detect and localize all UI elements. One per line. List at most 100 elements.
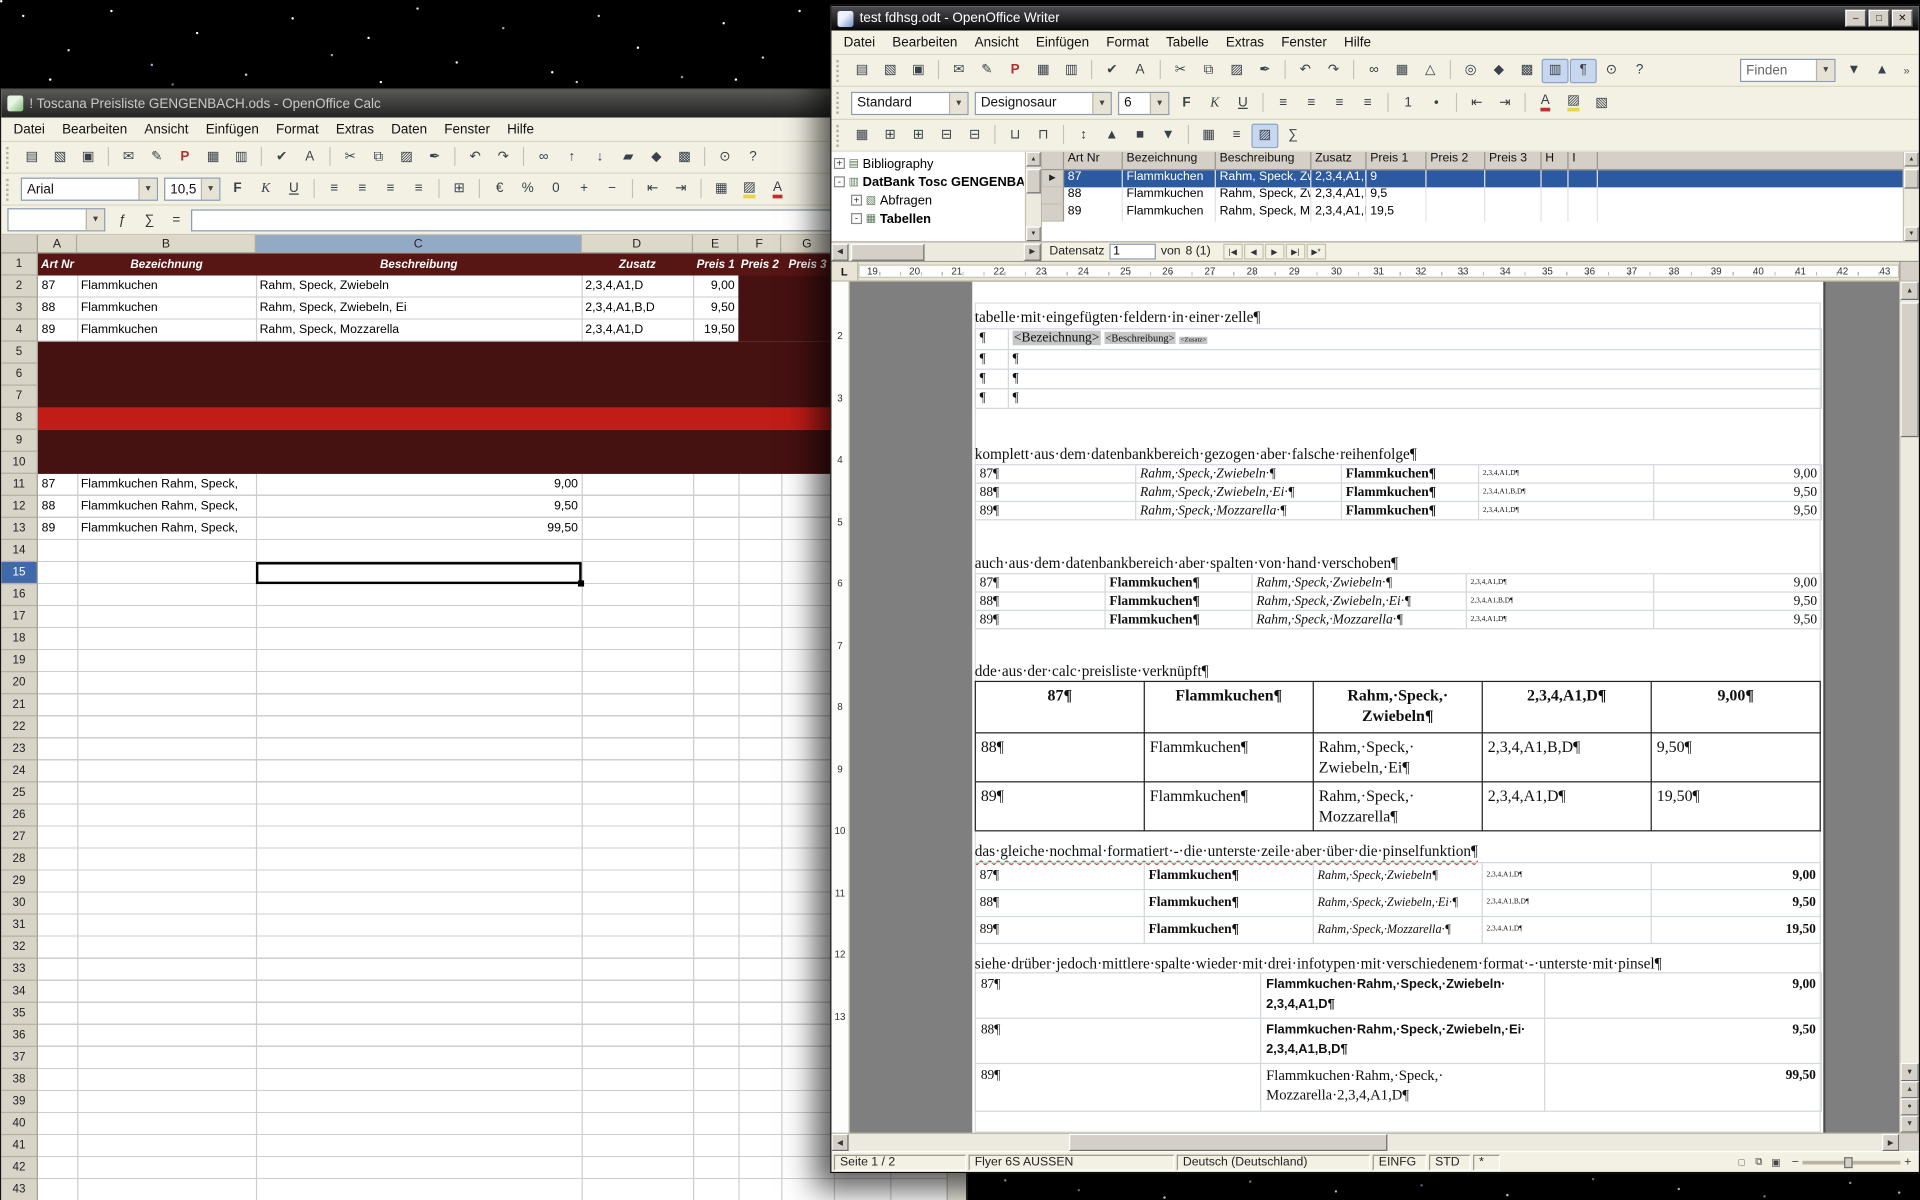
- cell[interactable]: 9,50: [693, 298, 738, 320]
- row-header[interactable]: 4: [1, 320, 37, 342]
- table-cell[interactable]: 87¶: [976, 574, 1106, 592]
- grid-cell[interactable]: [1569, 170, 1598, 187]
- increase-indent-icon[interactable]: ⇥: [1491, 91, 1518, 115]
- previous-page-icon[interactable]: [1900, 1081, 1918, 1098]
- table-cell[interactable]: Flammkuchen¶: [1145, 917, 1314, 944]
- cell[interactable]: Rahm, Speck, Mozzarella: [256, 320, 582, 342]
- cell[interactable]: Flammkuchen: [77, 298, 256, 320]
- grid-scrollbar[interactable]: [1903, 152, 1919, 241]
- gallery-icon[interactable]: ▩: [671, 145, 698, 169]
- table-cell[interactable]: 9,50: [1654, 611, 1822, 629]
- new-record-button[interactable]: ▶*: [1306, 244, 1326, 260]
- table-cell[interactable]: Rahm,·Speck,·Zwiebeln¶: [1314, 863, 1483, 890]
- doc-table-formatted[interactable]: 87¶ Flammkuchen¶ Rahm,·Speck,·Zwiebeln¶ …: [975, 862, 1821, 944]
- toolbar-grip[interactable]: [6, 146, 12, 168]
- database-field[interactable]: <Beschreibung>: [1104, 332, 1175, 344]
- doc-table-infotypes[interactable]: 87¶ Flammkuchen·Rahm,·Speck,·Zwiebeln· 2…: [975, 972, 1822, 1112]
- row-header[interactable]: 10: [1, 452, 37, 474]
- table-cell[interactable]: Rahm,·Speck,·Zwiebeln·¶: [1136, 465, 1342, 483]
- document-page[interactable]: tabelle·mit·eingefügten·feldern·in·einer…: [972, 282, 1825, 1133]
- cut-icon[interactable]: ✂: [337, 145, 364, 169]
- table-cell[interactable]: 9,50: [1654, 593, 1822, 611]
- table-cell[interactable]: ¶: [976, 329, 1009, 350]
- next-record-button[interactable]: ▶: [1265, 244, 1285, 260]
- cell[interactable]: 88: [38, 496, 77, 518]
- menu-item[interactable]: Extras: [1217, 32, 1272, 52]
- separator[interactable]: |: [433, 177, 444, 201]
- zoom-out-icon[interactable]: −: [1792, 1155, 1799, 1168]
- row-header[interactable]: 3: [1, 298, 37, 320]
- table-cell[interactable]: Rahm,·Speck,·Zwiebeln,·Ei·¶: [1136, 484, 1342, 502]
- separator[interactable]: |: [696, 177, 707, 201]
- font-name-combo[interactable]: Arial ▼: [21, 178, 158, 201]
- grid-cell[interactable]: 88: [1064, 187, 1123, 204]
- cell[interactable]: 89: [38, 518, 77, 540]
- table-cell[interactable]: 9,00: [1654, 574, 1822, 592]
- line-style-icon[interactable]: ≡: [1223, 123, 1250, 147]
- sum-icon[interactable]: ∑: [1280, 123, 1307, 147]
- scroll-down-icon[interactable]: [1026, 227, 1041, 242]
- row-header[interactable]: 15: [1, 562, 37, 584]
- grid-cell[interactable]: 9: [1367, 170, 1427, 187]
- table-cell[interactable]: <Bezeichnung><Beschreibung><Zusatz>: [1009, 329, 1822, 350]
- next-page-icon[interactable]: [1900, 1116, 1918, 1133]
- table-cell[interactable]: 9,00: [1652, 863, 1821, 890]
- scroll-thumb[interactable]: [1069, 1134, 1387, 1151]
- grid-record-row[interactable]: ▶ 89 Flammkuchen Rahm, Speck, Mo 2,3,4,A…: [1042, 204, 1903, 221]
- table-cell[interactable]: Rahm,·Speck,· Zwiebeln,·Ei¶: [1314, 733, 1483, 782]
- cell[interactable]: Flammkuchen Rahm, Speck,: [77, 474, 256, 496]
- table-cell[interactable]: ¶: [1009, 350, 1822, 370]
- grid-cell[interactable]: Rahm, Speck, Mo: [1216, 204, 1312, 221]
- insert-row-icon[interactable]: ⊞: [877, 123, 904, 147]
- row-header[interactable]: 8: [1, 408, 37, 430]
- table-cell[interactable]: 88¶: [976, 593, 1106, 611]
- column-header[interactable]: A: [38, 235, 77, 252]
- grid-corner[interactable]: [1042, 152, 1064, 170]
- align-right-icon[interactable]: ≡: [377, 177, 404, 201]
- separator[interactable]: |: [1451, 91, 1462, 115]
- table-cell[interactable]: 2,3,4,A1,D¶: [1483, 782, 1652, 831]
- grid-cell[interactable]: Flammkuchen: [1123, 187, 1216, 204]
- row-header[interactable]: 21: [1, 694, 37, 716]
- table-cell[interactable]: 2,3,4,A1,B,D¶: [1479, 484, 1654, 502]
- table-cell[interactable]: 9,50: [1545, 1019, 1822, 1064]
- row-header[interactable]: 38: [1, 1069, 37, 1091]
- autospellcheck-icon[interactable]: A: [296, 145, 323, 169]
- menu-item[interactable]: Daten: [383, 119, 436, 139]
- doc-heading[interactable]: komplett·aus·dem·datenbankbereich·gezoge…: [975, 446, 1417, 464]
- grid-cell[interactable]: [1427, 187, 1486, 204]
- writer-horizontal-scrollbar[interactable]: [831, 1133, 1918, 1151]
- row-header[interactable]: 22: [1, 716, 37, 738]
- font-size-combo[interactable]: 10,5 ▼: [164, 178, 220, 201]
- separator[interactable]: |: [474, 177, 485, 201]
- row-header[interactable]: 24: [1, 760, 37, 782]
- menu-item[interactable]: Einfügen: [1027, 32, 1097, 52]
- grid-record-row[interactable]: ▶ 88 Flammkuchen Rahm, Speck, Zwi 2,3,4,…: [1042, 187, 1903, 204]
- italic-icon[interactable]: K: [252, 177, 279, 201]
- scroll-right-icon[interactable]: [1882, 1134, 1899, 1151]
- merge-cells-icon[interactable]: ⊔: [1002, 123, 1029, 147]
- navigator-icon[interactable]: ◆: [643, 145, 670, 169]
- doc-heading[interactable]: das·gleiche·nochmal·formatiert·-·die·unt…: [975, 842, 1478, 860]
- decrease-indent-icon[interactable]: ⇤: [639, 177, 666, 201]
- grid-column-header[interactable]: Beschreibung: [1216, 152, 1312, 170]
- table-cell[interactable]: 2,3,4,A1,D¶: [1479, 502, 1654, 520]
- table-cell[interactable]: Flammkuchen¶: [1145, 782, 1314, 831]
- format-paintbrush-icon[interactable]: ✒: [421, 145, 448, 169]
- row-header[interactable]: 30: [1, 893, 37, 915]
- cell[interactable]: 9,00: [693, 276, 738, 298]
- status-field[interactable]: *: [1473, 1154, 1500, 1170]
- row-header[interactable]: 7: [1, 386, 37, 408]
- row-header[interactable]: 23: [1, 738, 37, 760]
- italic-icon[interactable]: K: [1201, 91, 1228, 115]
- cell[interactable]: Flammkuchen Rahm, Speck,: [77, 496, 256, 518]
- zoom-icon[interactable]: ⊙: [1598, 58, 1625, 82]
- grid-cell[interactable]: [1485, 204, 1541, 221]
- table-cell[interactable]: 9,50: [1654, 502, 1822, 520]
- row-header[interactable]: 27: [1, 827, 37, 849]
- scroll-track[interactable]: [1026, 167, 1041, 227]
- hyperlink-icon[interactable]: ∞: [1360, 58, 1387, 82]
- grid-cell[interactable]: [1542, 204, 1569, 221]
- new-document-icon[interactable]: ▤: [18, 145, 45, 169]
- row-header[interactable]: 29: [1, 871, 37, 893]
